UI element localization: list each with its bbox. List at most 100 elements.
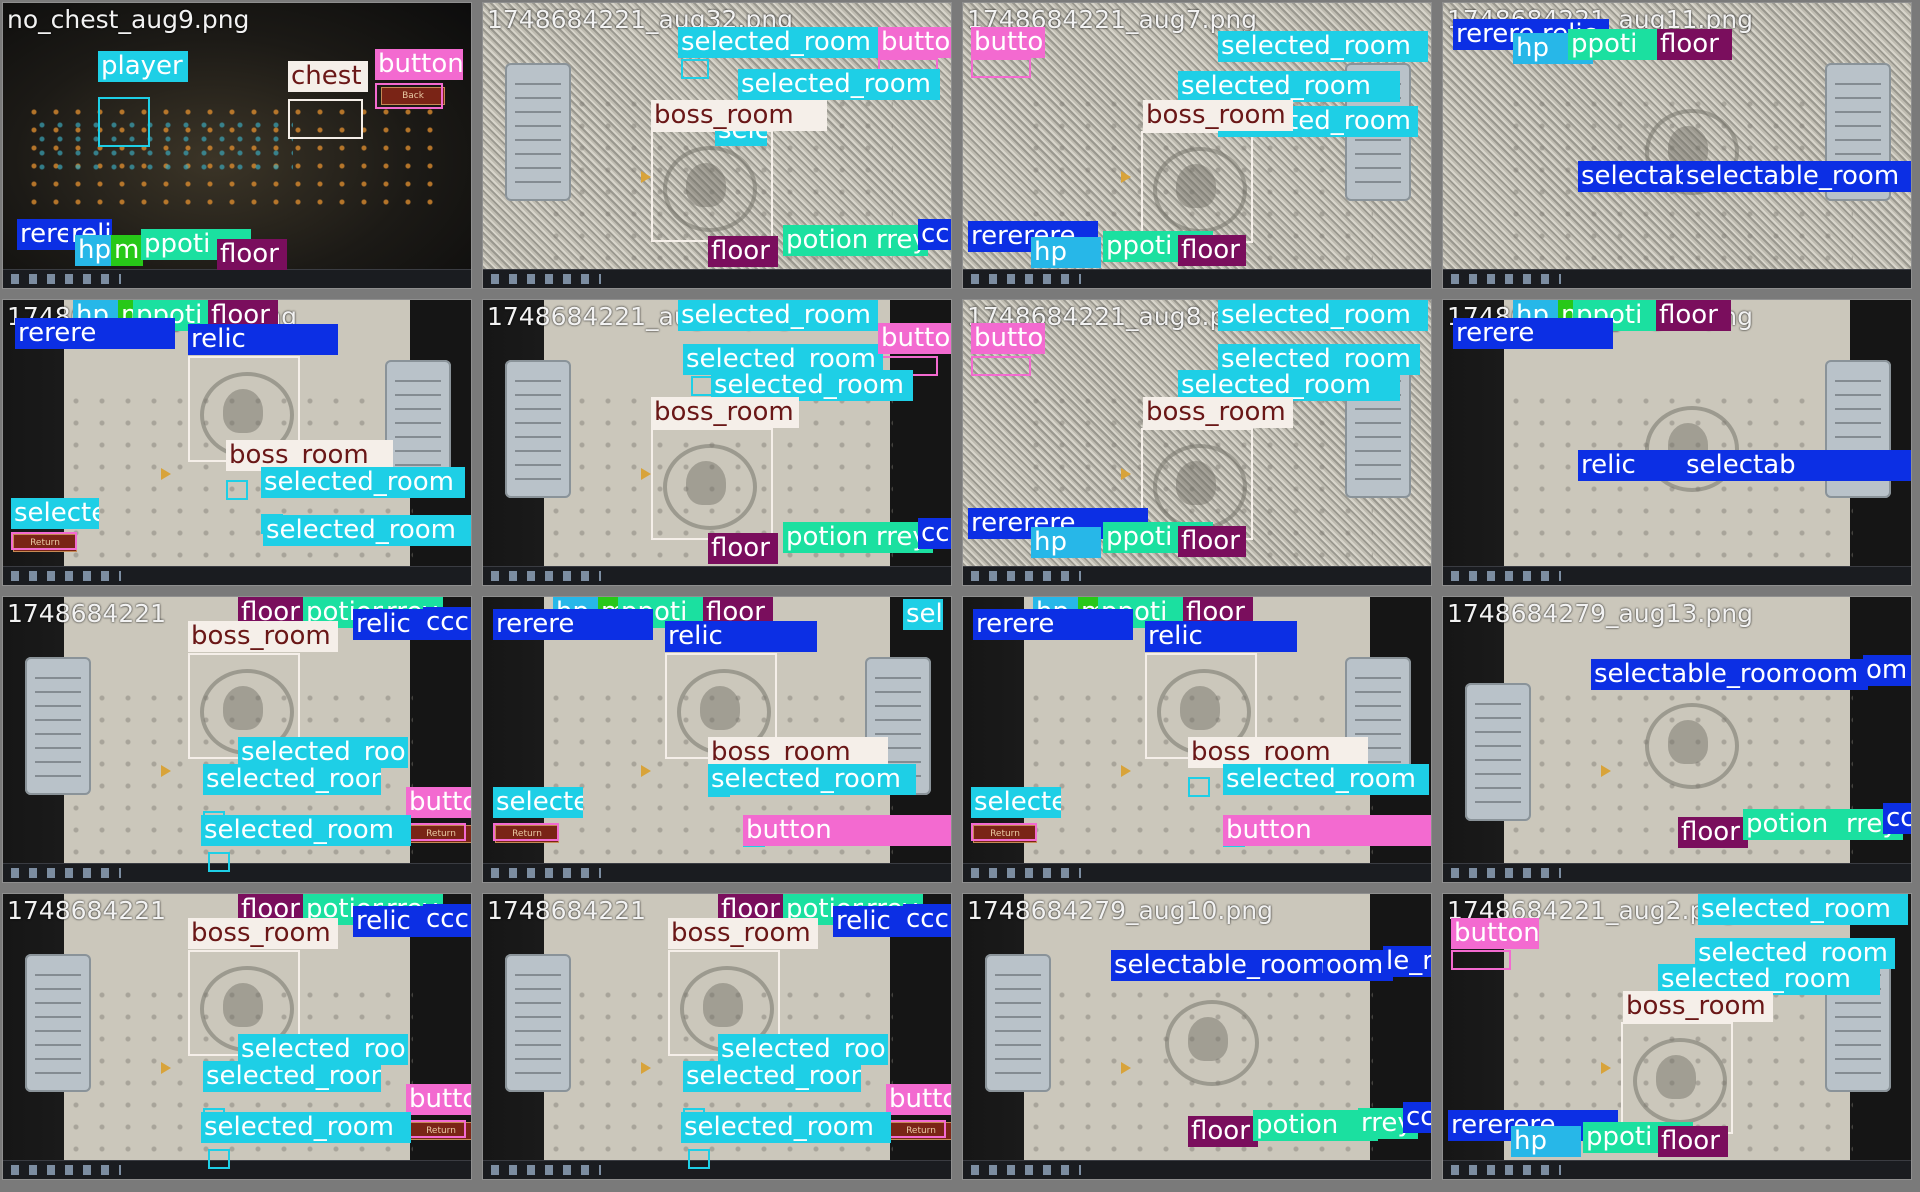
button-bbox [971,356,1031,376]
detection-label: floor [1678,817,1748,848]
game-toolbar [963,863,1431,882]
detection-label: ccc [1883,803,1911,834]
detection-label: button [971,27,1045,58]
game-toolbar [483,269,951,288]
map-legend-scroll [25,657,91,795]
detection-label: om [1863,655,1911,686]
detection-label: rerere [1453,318,1613,349]
detection-label: selected_room [1223,764,1429,795]
button-bbox [971,58,1031,78]
detection-label: selectable_room [1683,161,1911,192]
selected-room-bbox [226,480,248,500]
button-bbox [886,1120,946,1138]
game-toolbar [1443,1160,1911,1179]
detection-label: selected_room [971,787,1061,818]
tile-8[interactable]: 1748684279_aug12.pnghpmppotifloorrererer… [1442,299,1912,586]
game-toolbar [1443,269,1911,288]
detection-label: selected_room [903,599,943,630]
detection-label: button [406,1084,471,1115]
detection-label: relic [1145,621,1297,652]
detection-label: floor [1178,235,1246,266]
tile-6[interactable]: 1748684221_aug33.png selected_room selecte… [482,299,952,586]
detection-label: hp [1031,237,1101,268]
game-toolbar [1443,566,1911,585]
game-toolbar [3,1160,471,1179]
detection-label: hp [1511,1126,1581,1157]
selected-room-bbox [208,1149,230,1169]
detection-label: selected_room [678,27,878,58]
tile-13[interactable]: Return1748684221floorpotionrreyreliccccb… [2,893,472,1180]
game-toolbar [1443,863,1911,882]
detection-label: selected_room [678,300,878,331]
player-bbox [98,97,150,147]
game-toolbar [483,566,951,585]
detection-label: floor [708,236,778,267]
selected-room-bbox [1188,777,1210,797]
boss-room-bbox [1621,1022,1733,1134]
tile-3[interactable]: 1748684221_aug7.pngbuttonselected_roomse… [962,2,1432,289]
detection-label: boss_room [651,100,827,131]
boss-emblem-icon [1153,992,1263,1087]
tile-9[interactable]: Return1748684221floorpotionrreyreliccccb… [2,596,472,883]
button-bbox [1451,950,1511,970]
detection-label: button [878,27,951,58]
tile-5[interactable]: Return1748684221_aug5.pnghpmppotifloorre… [2,299,472,586]
tile-15[interactable]: 1748684279_aug10.png selectable_room oom le… [962,893,1432,1180]
detection-label: button [1223,815,1431,846]
map-legend-scroll [25,954,91,1092]
detection-label: boss_room [668,918,818,949]
detection-label: ccc [918,518,951,549]
detection-label: button [886,1084,951,1115]
map-legend-scroll [505,954,571,1092]
detection-label: floor [1658,1126,1728,1157]
detection-label: selected_room [1698,894,1908,925]
detection-label: relic [665,621,817,652]
detection-label: ccc [1403,1102,1431,1133]
tile-filename: 1748684221 [7,896,167,925]
tile-4[interactable]: 1748684221_aug11.pngrerererelichpppotifl… [1442,2,1912,289]
detection-label: selected_room [1178,71,1400,102]
selected-room-bbox [691,376,713,396]
detection-label: hp [1031,527,1101,558]
detection-label: floor [217,239,287,270]
tile-16[interactable]: 1748684221_aug2.png button selected_room se… [1442,893,1912,1180]
detection-label: le_room [1383,946,1431,977]
button-bbox [406,1120,466,1138]
detection-label: selectab [1683,450,1911,481]
tile-14[interactable]: Return1748684221floorpotionrreyreliccccb… [482,893,952,1180]
detection-label: selected_room [493,787,583,818]
detection-label: selectable_room [1111,950,1333,981]
detection-label: button [878,323,951,354]
selected-room-bbox [208,852,230,872]
detection-label: floor [1188,1116,1258,1147]
boss-room-bbox [651,130,773,242]
dungeon-lights [33,118,293,178]
detection-label: boss_room [188,621,338,652]
tile-1[interactable]: Back no_chest_aug9.png player chest button re… [2,2,472,289]
button-bbox [493,823,559,841]
tile-12[interactable]: 1748684279_aug13.png selectable_room oom om… [1442,596,1912,883]
map-legend-scroll [505,360,571,498]
tile-2[interactable]: 1748684221_aug32.png selected_room selecte… [482,2,952,289]
detection-label: floor [708,533,778,564]
game-toolbar [3,566,471,585]
boss-room-bbox [1141,131,1253,243]
detection-label: chest [288,61,368,92]
game-toolbar [963,566,1431,585]
detection-label: selected_room [261,467,465,498]
tile-11[interactable]: Returnhpmppotifloorrerererelicboss_rooms… [962,596,1432,883]
detection-label: button [375,49,463,80]
detection-label: ccc [918,219,951,250]
tile-10[interactable]: Returnhpmppotifloorrerererelicboss_rooms… [482,596,952,883]
detection-label: relic [188,324,338,355]
map-legend-scroll [985,954,1051,1092]
game-toolbar [963,1160,1431,1179]
boss-emblem-icon [1633,695,1743,790]
tile-filename: 1748684221 [487,896,647,925]
selected-room-bbox [681,59,709,79]
detection-label: ppoti [1568,29,1660,60]
detection-label: selected_room [681,1112,891,1143]
tile-7[interactable]: 1748684221_aug8.pngbuttonselected_roomse… [962,299,1432,586]
detection-label: rerere [973,609,1133,640]
detection-label: selected_room [201,815,411,846]
